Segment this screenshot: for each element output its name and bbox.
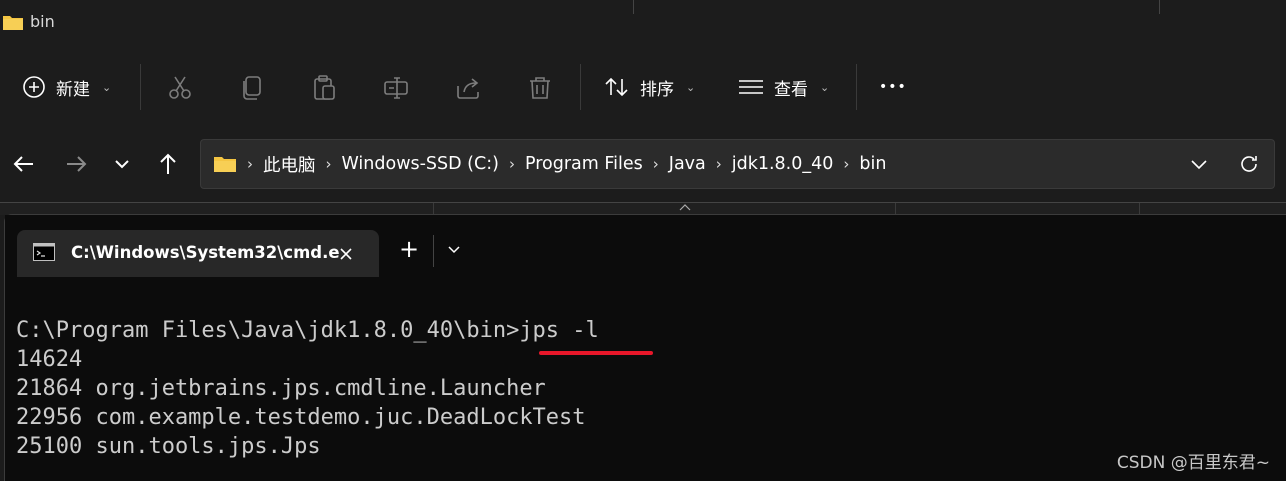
folder-icon: [214, 157, 236, 172]
sort-button[interactable]: 排序 ⌄: [604, 46, 695, 128]
navigation-bar: › 此电脑 › Windows-SSD (C:) › Program Files…: [0, 128, 1286, 202]
red-underline-annotation: [539, 351, 653, 355]
more-options-button[interactable]: •••: [879, 46, 907, 128]
chevron-down-icon: ⌄: [820, 80, 830, 94]
terminal-line: 21864 org.jetbrains.jps.cmdline.Launcher: [16, 376, 546, 401]
terminal-tab-bar: C:\Windows\System32\cmd.e +: [5, 215, 1286, 277]
rename-icon[interactable]: [382, 74, 410, 102]
view-label: 查看: [774, 79, 808, 100]
terminal-output[interactable]: C:\Program Files\Java\jdk1.8.0_40\bin>jp…: [16, 316, 599, 461]
terminal-tab-title: C:\Windows\System32\cmd.e: [71, 243, 340, 262]
chevron-right-icon: ›: [508, 155, 515, 173]
recent-locations-chevron-icon[interactable]: [107, 149, 137, 179]
share-icon[interactable]: [454, 74, 482, 102]
folder-icon: [3, 15, 23, 30]
folder-title: bin: [2, 12, 55, 31]
breadcrumb-item-jdk[interactable]: jdk1.8.0_40: [732, 154, 834, 174]
command-bar: 新建 ⌄ 排序 ⌄ 查看 ⌄ •••: [0, 46, 1286, 129]
new-tab-button[interactable]: +: [399, 237, 419, 261]
cmd-icon: [33, 243, 55, 261]
folder-title-text: bin: [30, 12, 55, 31]
forward-arrow-icon[interactable]: [61, 149, 91, 179]
breadcrumb-item-bin[interactable]: bin: [859, 154, 886, 174]
back-arrow-icon[interactable]: [9, 149, 39, 179]
breadcrumb-item-drive[interactable]: Windows-SSD (C:): [342, 154, 499, 174]
terminal-line-command: C:\Program Files\Java\jdk1.8.0_40\bin>jp…: [16, 318, 599, 343]
chevron-right-icon: ›: [325, 155, 332, 173]
terminal-line: 25100 sun.tools.jps.Jps: [16, 434, 321, 459]
breadcrumb: › 此电脑 › Windows-SSD (C:) › Program Files…: [213, 140, 886, 188]
chevron-right-icon: ›: [715, 155, 722, 173]
copy-icon[interactable]: [238, 74, 266, 102]
terminal-line: 14624: [16, 347, 83, 372]
new-label: 新建: [56, 79, 90, 100]
chevron-down-icon: ⌄: [102, 80, 112, 94]
chevron-down-icon: ⌄: [686, 80, 696, 94]
view-lines-icon: [739, 80, 763, 94]
sort-label: 排序: [640, 79, 674, 100]
view-button[interactable]: 查看 ⌄: [738, 46, 829, 128]
breadcrumb-item-this-pc[interactable]: 此电脑: [263, 152, 316, 177]
close-tab-icon[interactable]: [338, 246, 354, 262]
plus-circle-icon: [23, 76, 45, 98]
chevron-right-icon: ›: [247, 155, 253, 173]
breadcrumb-item-program-files[interactable]: Program Files: [525, 154, 643, 174]
watermark: CSDN @百里东君~: [1116, 453, 1270, 473]
chevron-right-icon: ›: [652, 155, 659, 173]
refresh-icon[interactable]: [1237, 152, 1261, 176]
sort-indicator-icon: [679, 204, 691, 211]
cut-icon[interactable]: [166, 74, 194, 102]
paste-icon[interactable]: [310, 74, 338, 102]
sort-arrows-icon: [605, 77, 628, 97]
terminal-window: C:\Windows\System32\cmd.e + C:\Program F…: [4, 214, 1286, 481]
up-arrow-icon[interactable]: [153, 149, 183, 179]
delete-icon[interactable]: [526, 74, 554, 102]
tab-dropdown-chevron-icon[interactable]: [446, 244, 462, 256]
chevron-right-icon: ›: [843, 155, 850, 173]
address-bar[interactable]: › 此电脑 › Windows-SSD (C:) › Program Files…: [200, 139, 1275, 189]
terminal-tab[interactable]: C:\Windows\System32\cmd.e: [17, 230, 379, 277]
address-dropdown-chevron-icon[interactable]: [1188, 153, 1210, 175]
terminal-line: 22956 com.example.testdemo.juc.DeadLockT…: [16, 405, 586, 430]
new-button[interactable]: 新建 ⌄: [22, 46, 111, 128]
breadcrumb-item-java[interactable]: Java: [669, 154, 706, 174]
explorer-title-bar: [0, 0, 1286, 46]
